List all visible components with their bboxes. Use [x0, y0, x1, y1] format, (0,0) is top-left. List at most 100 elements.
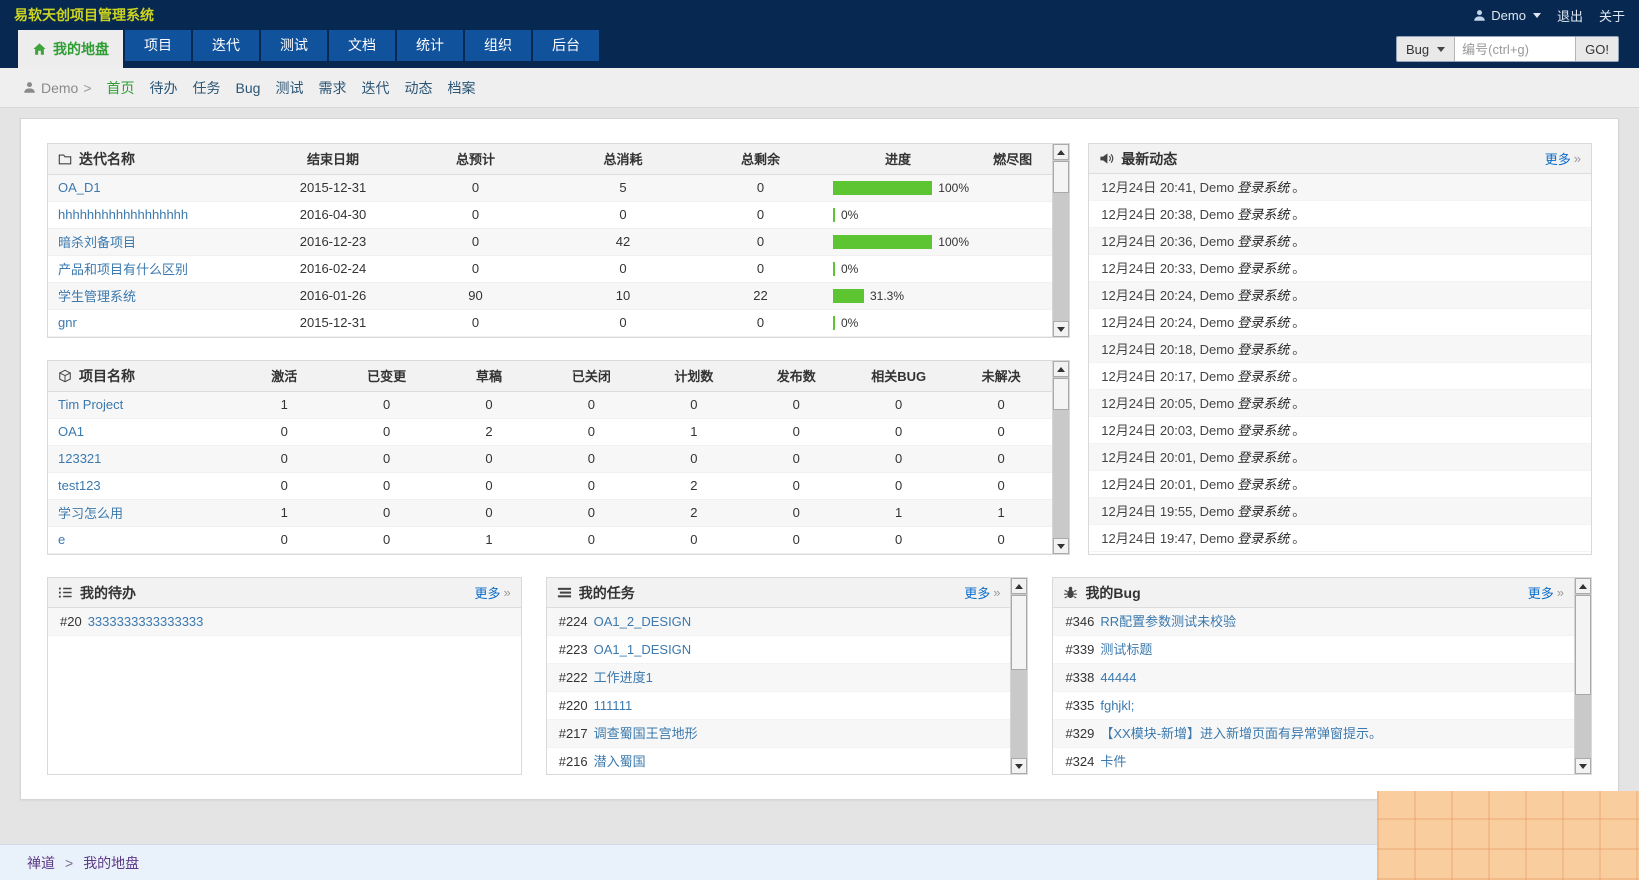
project-row: test12300002000	[48, 472, 1052, 499]
breadcrumb-user: Demo >	[23, 80, 92, 96]
project-link[interactable]: 123321	[58, 451, 101, 466]
iteration-link[interactable]: OA_D1	[58, 180, 101, 195]
item-id: #338	[1065, 664, 1094, 691]
cell: 42	[548, 228, 698, 255]
iteration-link[interactable]: hhhhhhhhhhhhhhhhhh	[58, 207, 188, 222]
burndown-cell	[973, 255, 1052, 282]
footer-brand-link[interactable]: 禅道	[27, 853, 55, 873]
tab-org[interactable]: 组织	[465, 30, 531, 61]
arrow-down-icon	[1057, 544, 1065, 549]
scroll-down-button[interactable]	[1053, 538, 1069, 554]
item-id: #220	[559, 692, 588, 719]
todo-more-link[interactable]: 更多	[474, 583, 500, 602]
scroll-thumb[interactable]	[1011, 595, 1027, 670]
iteration-name-cell: 学生管理系统	[48, 282, 263, 309]
project-link[interactable]: 学习怎么用	[58, 506, 123, 521]
bugs-more-link[interactable]: 更多	[1528, 583, 1554, 602]
scroll-up-button[interactable]	[1053, 144, 1069, 160]
task-link[interactable]: 潜入蜀国	[594, 748, 646, 775]
scrollbar[interactable]	[1052, 144, 1069, 337]
tab-test[interactable]: 测试	[261, 30, 327, 61]
iteration-link[interactable]: 产品和项目有什么区别	[58, 262, 188, 277]
iteration-link[interactable]: gnr	[58, 315, 77, 330]
breadcrumb-bug[interactable]: Bug	[236, 80, 261, 96]
todo-panel: 我的待办 更多» #203333333333333333	[47, 577, 522, 775]
dashboard: 迭代名称 结束日期 总预计 总消耗 总剩余 进度 燃尽图 OA_D12015-1…	[20, 118, 1619, 800]
task-link[interactable]: 调查蜀国王宫地形	[594, 720, 698, 747]
scroll-down-button[interactable]	[1575, 758, 1591, 774]
tab-sprint[interactable]: 迭代	[193, 30, 259, 61]
progress-bar-fill	[833, 316, 835, 330]
burndown-cell	[973, 228, 1052, 255]
scroll-down-button[interactable]	[1011, 758, 1027, 774]
progress-cell: 0%	[823, 309, 973, 336]
burndown-cell	[973, 174, 1052, 201]
bug-link[interactable]: 测试标题	[1100, 636, 1152, 663]
cell: 0	[548, 309, 698, 336]
cell: 2016-02-24	[263, 255, 403, 282]
breadcrumb-dynamic[interactable]: 动态	[404, 78, 432, 98]
scroll-up-button[interactable]	[1575, 578, 1591, 594]
scroll-down-button[interactable]	[1053, 321, 1069, 337]
tab-report[interactable]: 统计	[397, 30, 463, 61]
progress-label: 100%	[938, 235, 969, 249]
bug-link[interactable]: 卡件	[1100, 748, 1126, 775]
breadcrumb-test[interactable]: 测试	[275, 78, 303, 98]
scrollbar[interactable]	[1010, 578, 1027, 774]
scroll-up-button[interactable]	[1053, 361, 1069, 377]
breadcrumb-sprint[interactable]: 迭代	[361, 78, 389, 98]
scroll-up-button[interactable]	[1011, 578, 1027, 594]
cell: 0	[643, 391, 745, 418]
tab-project[interactable]: 项目	[125, 30, 191, 61]
scroll-thumb[interactable]	[1053, 378, 1069, 410]
activity-time: 12月24日 20:24, Demo	[1101, 315, 1234, 330]
activity-time: 12月24日 20:05, Demo	[1101, 396, 1234, 411]
footer-page-link[interactable]: 我的地盘	[83, 853, 139, 873]
project-row: 12332100000000	[48, 445, 1052, 472]
iteration-link[interactable]: 暗杀刘备项目	[58, 235, 136, 250]
project-name-cell: Tim Project	[48, 391, 233, 418]
task-link[interactable]: OA1_2_DESIGN	[594, 608, 692, 635]
activity-action: 登录系统	[1237, 207, 1289, 222]
breadcrumb-home[interactable]: 首页	[107, 78, 135, 98]
main-nav: 我的地盘 项目 迭代 测试 文档 统计 组织 后台 Bug GO!	[0, 30, 1639, 68]
progress-bar: 0%	[833, 208, 969, 222]
activity-action: 登录系统	[1237, 180, 1289, 195]
iteration-name-cell: 暗杀刘备项目	[48, 228, 263, 255]
iteration-link[interactable]: 学生管理系统	[58, 289, 136, 304]
todo-link[interactable]: 3333333333333333	[88, 608, 204, 635]
scroll-thumb[interactable]	[1575, 595, 1591, 695]
scroll-thumb[interactable]	[1053, 161, 1069, 193]
search-module-select[interactable]: Bug	[1397, 37, 1455, 61]
project-link[interactable]: e	[58, 532, 65, 547]
bug-link[interactable]: 44444	[1100, 664, 1136, 691]
tasks-more-link[interactable]: 更多	[964, 583, 990, 602]
activity-more-link[interactable]: 更多	[1545, 149, 1571, 168]
breadcrumb-story[interactable]: 需求	[318, 78, 346, 98]
list-item: #329【XX模块-新增】进入新增页面有异常弹窗提示。	[1053, 720, 1574, 748]
breadcrumb-archive[interactable]: 档案	[447, 78, 475, 98]
activity-time: 12月24日 20:36, Demo	[1101, 234, 1234, 249]
logout-link[interactable]: 退出	[1557, 6, 1583, 25]
about-link[interactable]: 关于	[1599, 6, 1625, 25]
project-link[interactable]: test123	[58, 478, 101, 493]
tab-my-dashboard[interactable]: 我的地盘	[18, 30, 123, 68]
task-link[interactable]: 111111	[594, 692, 633, 719]
task-link[interactable]: 工作进度1	[594, 664, 653, 691]
bug-link[interactable]: 【XX模块-新增】进入新增页面有异常弹窗提示。	[1100, 720, 1382, 747]
user-menu[interactable]: Demo	[1473, 8, 1541, 23]
bug-link[interactable]: fghjkl;	[1100, 692, 1134, 719]
scrollbar[interactable]	[1052, 361, 1069, 554]
project-link[interactable]: Tim Project	[58, 397, 123, 412]
scrollbar[interactable]	[1574, 578, 1591, 774]
bug-link[interactable]: RR配置参数测试未校验	[1100, 608, 1236, 635]
task-link[interactable]: OA1_1_DESIGN	[594, 636, 692, 663]
cell: 0	[403, 201, 548, 228]
tab-doc[interactable]: 文档	[329, 30, 395, 61]
breadcrumb-task[interactable]: 任务	[193, 78, 221, 98]
tab-admin[interactable]: 后台	[533, 30, 599, 61]
search-input[interactable]	[1455, 37, 1575, 61]
project-link[interactable]: OA1	[58, 424, 84, 439]
breadcrumb-todo[interactable]: 待办	[150, 78, 178, 98]
go-button[interactable]: GO!	[1575, 37, 1618, 61]
